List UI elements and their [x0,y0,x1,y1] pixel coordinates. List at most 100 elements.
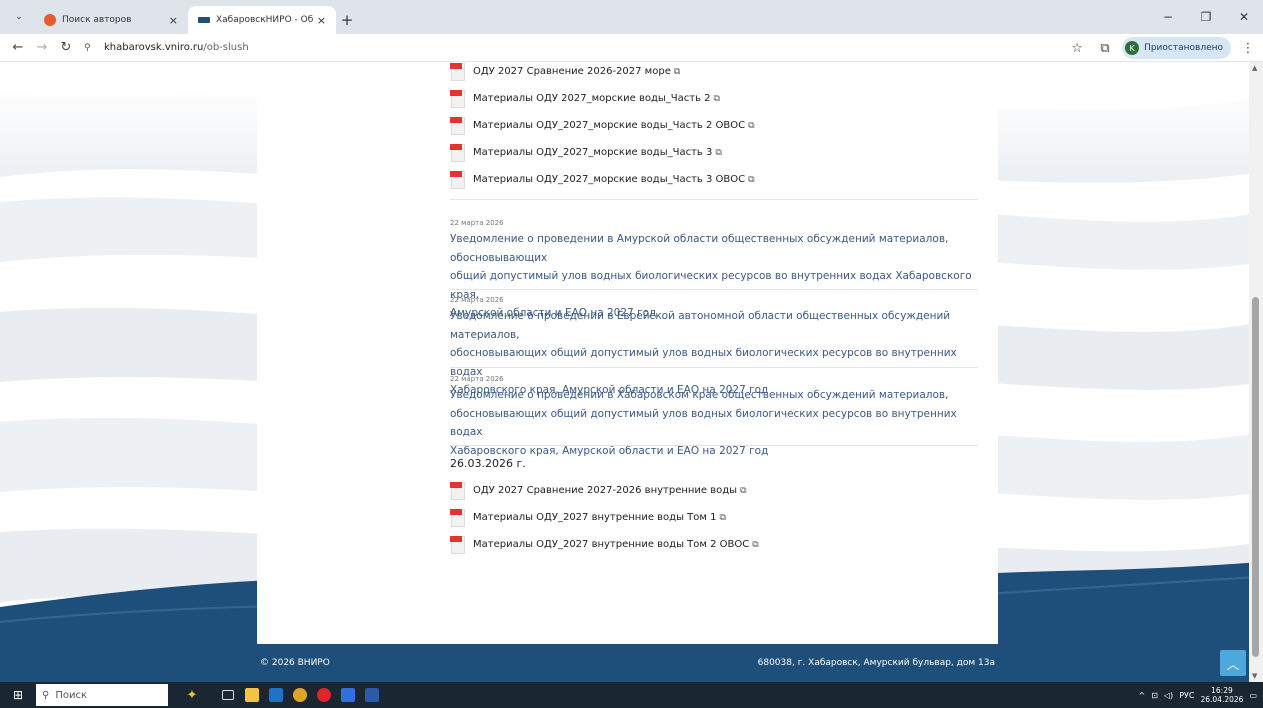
document-link[interactable]: Материалы ОДУ_2027_морские воды_Часть 3 … [450,143,722,162]
tab-title: ХабаровскНИРО - Обществен [216,15,313,25]
task-view-icon[interactable] [216,682,240,708]
divider [450,289,978,290]
pdf-file-icon [450,508,466,527]
document-link[interactable]: Материалы ОДУ_2027 внутренние воды Том 2… [450,535,759,554]
tab-search-chevron-icon[interactable]: ⌄ [8,6,30,28]
browser-menu-icon[interactable]: ⋮ [1237,37,1259,59]
external-link-icon: ⧉ [748,120,755,131]
pdf-file-icon [450,89,466,108]
back-arrow-icon[interactable]: ← [6,36,30,60]
document-link[interactable]: Материалы ОДУ_2027_морские воды_Часть 3 … [450,170,755,189]
news-date: 22 марта 2026 [450,375,504,383]
external-link-icon: ⧉ [713,93,720,104]
scroll-down-icon[interactable]: ▼ [1252,672,1257,680]
news-title-line: Уведомление о проведении в Еврейской авт… [450,310,951,341]
document-label: ОДУ 2027 Сравнение 2026-2027 море [473,66,671,77]
windows-start-icon[interactable]: ⊞ [0,682,36,708]
word-icon[interactable] [360,682,384,708]
tab-title: Поиск авторов [62,15,132,25]
clock-date: 26.04.2026 [1200,695,1244,704]
news-item: 22 марта 2026 Уведомление о проведении в… [450,375,980,460]
scrollbar-thumb[interactable] [1252,297,1259,657]
sparkle-icon[interactable]: ✦ [168,682,216,708]
document-label: Материалы ОДУ_2027_морские воды_Часть 2 … [473,120,746,131]
document-link[interactable]: ОДУ 2027 Сравнение 2027-2026 внутренние … [450,481,747,500]
news-date: 22 марта 2026 [450,219,504,227]
url-path: /ob-slush [203,42,249,53]
news-title-link[interactable]: Уведомление о проведении в Хабаровском к… [450,386,980,460]
external-link-icon: ⧉ [673,66,681,77]
divider [450,367,978,368]
document-label: Материалы ОДУ_2027 внутренние воды Том 2… [473,539,750,550]
document-link[interactable]: ОДУ 2027 Сравнение 2026-2027 море ⧉ [450,62,680,81]
close-tab-icon[interactable]: × [169,14,178,27]
external-link-icon: ⧉ [748,174,755,185]
site-info-icon[interactable]: ⚲ [84,43,104,53]
document-link[interactable]: Материалы ОДУ_2027_морские воды_Часть 2 … [450,116,755,135]
pdf-file-icon [450,62,466,81]
window-controls: − ❐ ✕ [1149,0,1263,34]
pdf-file-icon [450,170,466,189]
browser-tab-strip: ⌄ Поиск авторов × ХабаровскНИРО - Общест… [0,0,1263,34]
news-title-line: Уведомление о проведении в Амурской обла… [450,233,949,264]
tab-khabarovsk-niro[interactable]: ХабаровскНИРО - Обществен × [188,6,336,34]
chevron-up-icon: ︿ [1226,657,1240,673]
close-tab-icon[interactable]: × [317,14,326,27]
restore-icon[interactable]: ❐ [1187,0,1225,34]
document-label: Материалы ОДУ_2027 внутренние воды Том 1 [473,512,717,523]
footer-address: 680038, г. Хабаровск, Амурский бульвар, … [757,658,995,668]
document-link[interactable]: Материалы ОДУ_2027 внутренние воды Том 1… [450,508,726,527]
profile-status: Приостановлено [1144,43,1223,53]
document-label: Материалы ОДУ_2027_морские воды_Часть 3 … [473,174,746,185]
external-link-icon: ⧉ [740,485,747,496]
document-label: Материалы ОДУ_2027_морские воды_Часть 3 [473,147,713,158]
tab-authors-search[interactable]: Поиск авторов × [34,6,188,34]
opera-icon[interactable] [312,682,336,708]
footer-copyright: © 2026 ВНИРО [260,658,330,668]
news-title-line: Уведомление о проведении в Хабаровском к… [450,389,949,401]
system-tray: ^ ⊡ ◁) РУС 16:29 26.04.2026 ▭ [1139,682,1263,708]
profile-button[interactable]: K Приостановлено [1122,37,1231,59]
news-date: 22 марта 2026 [450,296,504,304]
main-content: ОДУ 2027 Сравнение 2026-2027 море ⧉ Мате… [257,62,998,644]
app-c-icon[interactable] [336,682,360,708]
search-icon: ⚲ [42,689,50,701]
url-host: khabarovsk.vniro.ru [104,42,204,53]
notification-icon[interactable]: ▭ [1249,691,1257,700]
tab-favicon-icon [198,17,210,23]
language-indicator[interactable]: РУС [1179,691,1194,700]
volume-icon[interactable]: ◁) [1164,691,1173,700]
reload-icon[interactable]: ↻ [54,36,78,60]
pdf-file-icon [450,481,466,500]
new-tab-button[interactable]: + [336,9,358,31]
outlook-icon[interactable] [264,682,288,708]
network-icon[interactable]: ⊡ [1151,691,1158,700]
clock-time: 16:29 [1211,686,1233,695]
close-window-icon[interactable]: ✕ [1225,0,1263,34]
pdf-file-icon [450,535,466,554]
bookmark-star-icon[interactable]: ☆ [1066,37,1088,59]
forward-arrow-icon[interactable]: → [30,36,54,60]
browser-toolbar: ← → ↻ ⚲ khabarovsk.vniro.ru/ob-slush ☆ ⧉… [0,34,1263,62]
address-bar[interactable]: ⚲ khabarovsk.vniro.ru/ob-slush [84,37,1124,59]
extensions-icon[interactable]: ⧉ [1094,37,1116,59]
document-label: ОДУ 2027 Сравнение 2027-2026 внутренние … [473,485,738,496]
document-label: Материалы ОДУ 2027_морские воды_Часть 2 [473,93,711,104]
divider [450,445,978,446]
pdf-file-icon [450,116,466,135]
tray-chevron-icon[interactable]: ^ [1139,691,1146,700]
divider [450,199,978,200]
chrome-icon[interactable] [288,682,312,708]
taskbar-search[interactable]: ⚲ Поиск [36,684,168,706]
page-scrollbar[interactable]: ▲ ▼ [1249,62,1263,682]
scroll-up-icon[interactable]: ▲ [1252,64,1257,72]
document-link[interactable]: Материалы ОДУ 2027_морские воды_Часть 2 … [450,89,720,108]
clock[interactable]: 16:29 26.04.2026 [1200,686,1243,704]
external-link-icon: ⧉ [715,147,722,158]
pdf-file-icon [450,143,466,162]
windows-taskbar: ⊞ ⚲ Поиск ✦ ^ ⊡ ◁) РУС 16:29 26.04.2026 … [0,682,1263,708]
scroll-to-top-button[interactable]: ︿ [1220,650,1246,676]
section-date: 26.03.2026 г. [450,457,526,470]
file-explorer-icon[interactable] [240,682,264,708]
minimize-icon[interactable]: − [1149,0,1187,34]
